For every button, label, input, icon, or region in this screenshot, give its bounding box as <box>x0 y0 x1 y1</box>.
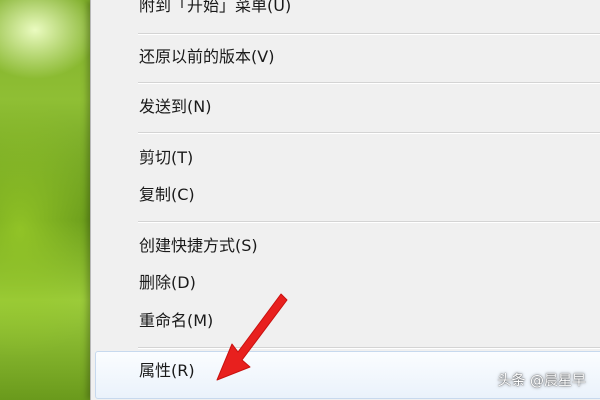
menu-separator <box>138 33 600 35</box>
menu-item-delete[interactable]: 删除(D) <box>139 268 196 298</box>
menu-separator <box>138 132 600 134</box>
menu-item-copy[interactable]: 复制(C) <box>139 180 195 210</box>
context-menu: 附到「开始」菜单(U) 还原以前的版本(V) 发送到(N) 剪切(T) 复制(C… <box>90 0 600 400</box>
menu-item-cut[interactable]: 剪切(T) <box>139 143 193 173</box>
menu-item-restore-previous-versions[interactable]: 还原以前的版本(V) <box>139 42 274 72</box>
menu-item-send-to[interactable]: 发送到(N) <box>139 92 211 122</box>
watermark: 头条 @晨星早 <box>497 373 586 389</box>
menu-separator <box>138 347 600 349</box>
menu-item-create-shortcut[interactable]: 创建快捷方式(S) <box>139 231 258 261</box>
menu-item-properties[interactable]: 属性(R) <box>139 356 195 386</box>
menu-item-rename[interactable]: 重命名(M) <box>139 306 213 336</box>
menu-separator <box>138 82 600 84</box>
menu-separator <box>138 221 600 223</box>
menu-item-pin-to-start[interactable]: 附到「开始」菜单(U) <box>139 0 291 21</box>
